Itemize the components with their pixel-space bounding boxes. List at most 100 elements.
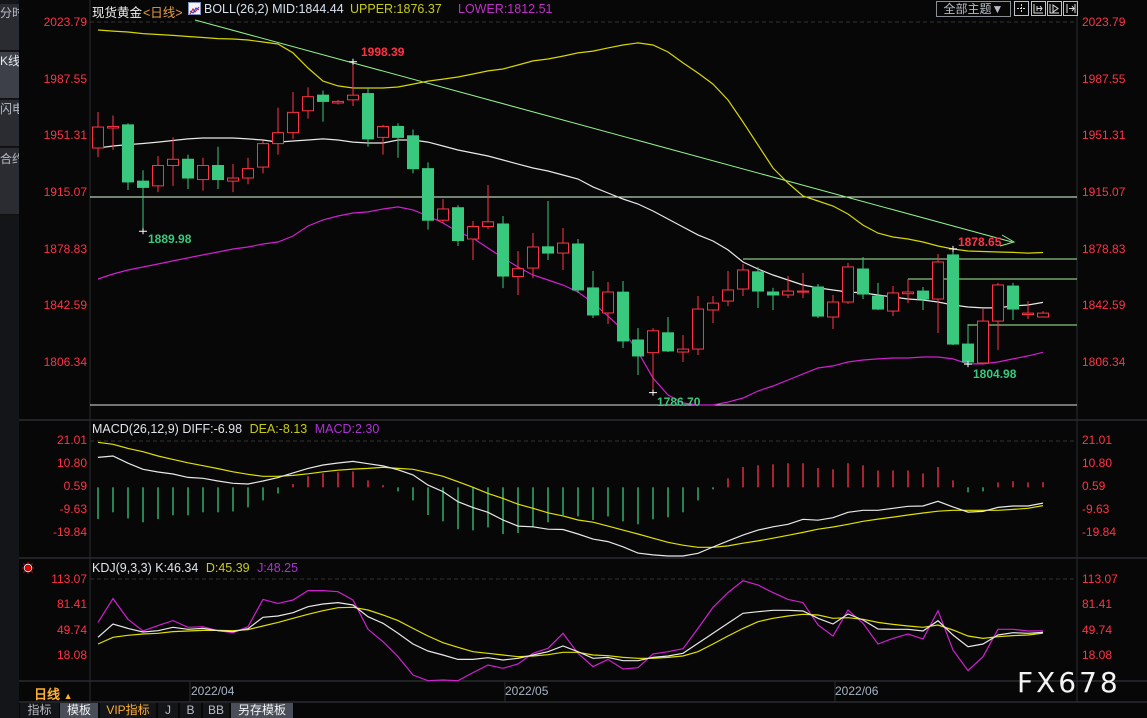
kdj-axis-label-right: 18.08 xyxy=(1082,647,1113,662)
candle-body xyxy=(617,291,629,342)
boll-upper-value: UPPER:1876.37 xyxy=(350,2,442,16)
macd-axis-label-right: 21.01 xyxy=(1082,433,1113,447)
candle-body xyxy=(467,225,479,240)
price-axis-label-left: 1951.31 xyxy=(43,128,87,143)
candle-body xyxy=(437,208,449,221)
chart-canvas[interactable] xyxy=(0,0,1147,718)
candle-body xyxy=(242,168,254,179)
tab-bb[interactable]: BB xyxy=(203,703,229,718)
macd-axis-label-left: -19.84 xyxy=(52,525,87,540)
candle-body xyxy=(1022,312,1034,316)
kdj-d: D:45.39 xyxy=(205,561,250,575)
candle-body xyxy=(872,295,884,310)
kdj-axis-label-left: 81.41 xyxy=(56,597,87,612)
chart-icon[interactable] xyxy=(188,2,201,15)
tab-vip-indicators[interactable]: VIP指标 xyxy=(100,703,156,718)
candle-body xyxy=(977,320,989,364)
annotation-low-mid: 1786.70 xyxy=(657,395,701,409)
indicator-alert-icon[interactable] xyxy=(22,561,34,574)
boll-mid-value: BOLL(26,2) MID:1844.44 xyxy=(204,2,344,16)
candle-body xyxy=(887,292,899,312)
candle-body xyxy=(347,94,359,101)
price-axis-label-left: 1987.55 xyxy=(43,71,87,86)
annotation-low-left: 1889.98 xyxy=(148,232,192,246)
candle-body xyxy=(692,308,704,350)
candle-body xyxy=(707,302,719,311)
candle-body xyxy=(287,111,299,134)
macd-axis-label-left: 10.80 xyxy=(56,456,87,470)
candle-body xyxy=(857,268,869,295)
candle-body xyxy=(212,165,224,181)
price-axis-label-left: 2023.79 xyxy=(43,15,87,29)
price-axis-label-left: 1842.59 xyxy=(43,298,87,313)
candle-body xyxy=(317,94,329,102)
symbol-name: 现货黄金 xyxy=(92,6,143,20)
price-axis-label-right: 1951.31 xyxy=(1082,128,1126,143)
price-axis-label-right: 1915.07 xyxy=(1082,184,1126,199)
candle-body xyxy=(827,301,839,318)
candle-body xyxy=(647,330,659,354)
macd-axis-label-left: 0.59 xyxy=(63,479,87,493)
candle-body xyxy=(557,242,569,254)
candle-body xyxy=(812,286,824,317)
candle-body xyxy=(227,177,239,182)
candle-body xyxy=(152,165,164,187)
macd-axis-label-right: -9.63 xyxy=(1082,502,1110,517)
candle-body xyxy=(377,125,389,138)
candle-body xyxy=(122,124,134,183)
period-selector-label: 日线 xyxy=(34,687,61,702)
tab-save-template[interactable]: 另存模板 xyxy=(231,703,293,718)
zoom-left-icon[interactable] xyxy=(1031,1,1046,16)
macd-axis-label-left: -9.63 xyxy=(59,502,87,517)
kdj-j: J:48.25 xyxy=(257,561,299,575)
candle-body xyxy=(362,93,374,140)
kdj-axis-label-left: 113.07 xyxy=(51,572,87,586)
kdj-header: KDJ(9,3,3) K:46.34 D:45.39 J:48.25 xyxy=(92,561,298,575)
candle-body xyxy=(1007,285,1019,310)
candle-body xyxy=(1037,312,1049,318)
candle-body xyxy=(197,165,209,181)
period-label[interactable]: <日线> xyxy=(143,2,183,21)
candle-body xyxy=(947,254,959,345)
candle-body xyxy=(272,132,284,145)
kdj-name: KDJ(9,3,3) xyxy=(92,561,152,575)
candle-body xyxy=(332,100,344,104)
price-axis-label-left: 1878.83 xyxy=(43,241,87,256)
candle-body xyxy=(107,125,119,129)
watermark-logo: FX678 xyxy=(1017,666,1121,699)
crosshair-icon[interactable] xyxy=(1014,1,1029,16)
play-forward-icon[interactable] xyxy=(1047,1,1062,16)
candle-body xyxy=(167,158,179,167)
theme-dropdown[interactable]: 全部主题▼ xyxy=(936,1,1011,17)
macd-axis-label-right: -19.84 xyxy=(1082,525,1117,540)
tab-b[interactable]: B xyxy=(180,703,201,718)
candle-body xyxy=(482,221,494,227)
candle-body xyxy=(407,135,419,170)
candle-body xyxy=(632,339,644,357)
tab-j[interactable]: J xyxy=(158,703,178,718)
candle-body xyxy=(92,126,104,149)
date-label: 2022/04 xyxy=(191,684,235,698)
kdj-axis-label-right: 49.74 xyxy=(1082,622,1113,637)
price-axis-label-left: 1806.34 xyxy=(43,354,87,369)
jump-end-icon[interactable] xyxy=(1063,1,1078,16)
price-axis-label-right: 1987.55 xyxy=(1082,71,1126,86)
candle-body xyxy=(302,96,314,112)
candle-body xyxy=(782,290,794,296)
tab-indicators[interactable]: 指标 xyxy=(20,703,59,718)
kdj-axis-label-right: 81.41 xyxy=(1082,597,1113,612)
candle-body xyxy=(527,246,539,269)
candle-body xyxy=(992,284,1004,322)
candle-body xyxy=(542,246,554,254)
candle-body xyxy=(902,291,914,295)
kdj-axis-label-right: 113.07 xyxy=(1082,572,1118,586)
candle-body xyxy=(722,289,734,302)
candle-body xyxy=(932,261,944,300)
tab-templates[interactable]: 模板 xyxy=(60,703,98,718)
candle-body xyxy=(572,243,584,291)
candle-body xyxy=(452,207,464,242)
kdj-k: K:46.34 xyxy=(155,561,199,575)
period-selector[interactable]: 日线 ▲ xyxy=(34,684,73,703)
price-axis-label-right: 1806.34 xyxy=(1082,354,1126,369)
candle-body xyxy=(737,269,749,290)
